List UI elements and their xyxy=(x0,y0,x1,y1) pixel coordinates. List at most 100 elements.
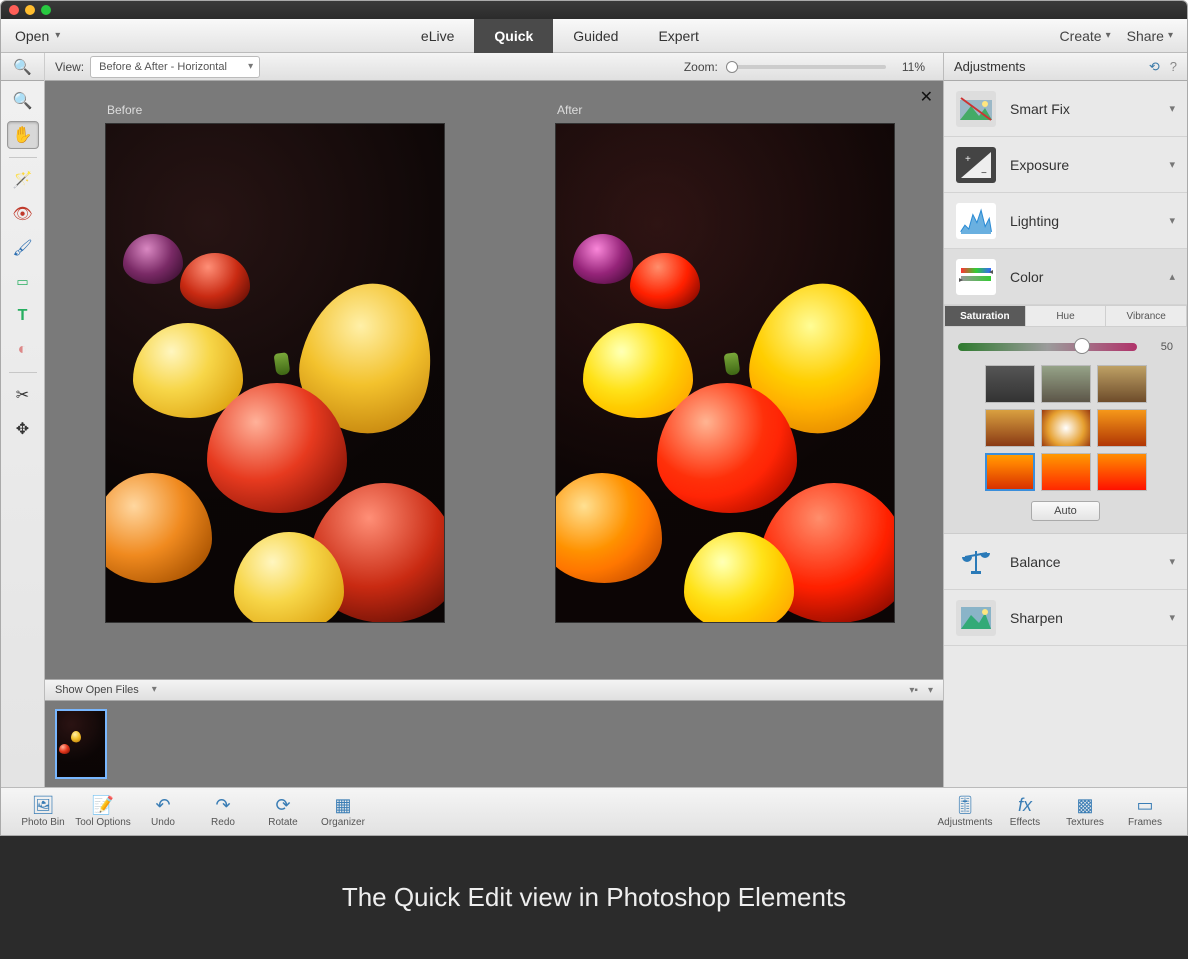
photo-bin-thumbnail[interactable] xyxy=(55,709,107,779)
chevron-down-icon: ▾ xyxy=(1169,555,1175,568)
effects-icon: fx xyxy=(1018,795,1032,815)
undo-button[interactable]: ↶ Undo xyxy=(133,790,193,834)
open-files-dropdown[interactable]: Show Open Files xyxy=(55,684,157,696)
adjustments-button[interactable]: 🎚 Adjustments xyxy=(935,790,995,834)
adjustment-sharpen[interactable]: Sharpen ▾ xyxy=(944,590,1187,646)
crop-tool[interactable]: ✂ xyxy=(7,381,39,409)
app-window: Open ▾ eLive Quick Guided Expert Create … xyxy=(0,0,1188,836)
zoom-tool[interactable]: 🔍 xyxy=(7,87,39,115)
adjustment-color[interactable]: Color ▴ xyxy=(944,249,1187,305)
open-menu-chevron-icon: ▾ xyxy=(55,30,60,41)
tool-column: 🔍 ✋ 🪄 👁 🖌 ▭ T ◐ ✂ ✥ xyxy=(1,81,45,787)
reset-icon[interactable]: ⟲ xyxy=(1149,59,1160,75)
saturation-value: 50 xyxy=(1149,341,1173,353)
share-menu[interactable]: Share ▾ xyxy=(1127,28,1173,44)
subtab-vibrance[interactable]: Vibrance xyxy=(1106,305,1187,327)
open-menu[interactable]: Open xyxy=(15,28,49,44)
bottom-toolbar: 🖼 Photo Bin 📝 Tool Options ↶ Undo ↷ Redo… xyxy=(1,787,1187,835)
adjustment-exposure[interactable]: +− Exposure ▾ xyxy=(944,137,1187,193)
chevron-down-icon: ▾ xyxy=(1169,611,1175,624)
chevron-down-icon: ▾ xyxy=(1169,102,1175,115)
window-close-dot[interactable] xyxy=(9,5,19,15)
bottom-label: Tool Options xyxy=(75,817,131,828)
bottom-label: Textures xyxy=(1066,817,1104,828)
textures-icon: ▩ xyxy=(1076,795,1093,815)
svg-text:−: − xyxy=(981,168,987,179)
redeye-tool[interactable]: 👁 xyxy=(7,200,39,228)
window-minimize-dot[interactable] xyxy=(25,5,35,15)
close-document-icon[interactable]: ✕ xyxy=(920,87,933,107)
chevron-down-icon: ▾ xyxy=(1106,30,1111,41)
textures-button[interactable]: ▩ Textures xyxy=(1055,790,1115,834)
after-label: After xyxy=(557,103,895,117)
adjustment-balance[interactable]: Balance ▾ xyxy=(944,534,1187,590)
menubar: Open ▾ eLive Quick Guided Expert Create … xyxy=(1,19,1187,53)
tool-options-button[interactable]: 📝 Tool Options xyxy=(73,790,133,834)
straighten-tool[interactable]: ▭ xyxy=(7,268,39,296)
spot-heal-tool[interactable]: ◐ xyxy=(7,336,39,364)
smart-fix-icon xyxy=(956,91,996,127)
window-zoom-dot[interactable] xyxy=(41,5,51,15)
tool-divider xyxy=(9,372,37,373)
tab-quick[interactable]: Quick xyxy=(474,19,553,53)
tab-expert[interactable]: Expert xyxy=(638,19,718,53)
after-image[interactable] xyxy=(555,123,895,623)
redo-button[interactable]: ↷ Redo xyxy=(193,790,253,834)
zoom-slider-knob[interactable] xyxy=(726,61,738,73)
search-icon[interactable]: 🔍 xyxy=(13,58,32,76)
color-preset[interactable] xyxy=(1097,365,1147,403)
view-label: View: xyxy=(55,60,84,74)
color-preset[interactable] xyxy=(1097,453,1147,491)
bottom-label: Rotate xyxy=(268,817,297,828)
bottom-label: Redo xyxy=(211,817,235,828)
bottom-label: Effects xyxy=(1010,817,1040,828)
photo-bin xyxy=(45,701,943,787)
quick-select-tool[interactable]: 🪄 xyxy=(7,166,39,194)
color-preset[interactable] xyxy=(1041,365,1091,403)
effects-button[interactable]: fx Effects xyxy=(995,790,1055,834)
rotate-button[interactable]: ⟳ Rotate xyxy=(253,790,313,834)
auto-button[interactable]: Auto xyxy=(1031,501,1100,521)
organizer-button[interactable]: ▦ Organizer xyxy=(313,790,373,834)
saturation-slider-knob[interactable] xyxy=(1074,338,1090,354)
adjustment-label: Sharpen xyxy=(1010,610,1063,626)
zoom-value: 11% xyxy=(902,60,925,74)
photo-bin-icon: 🖼 xyxy=(32,795,55,815)
bottom-label: Undo xyxy=(151,817,175,828)
subtab-hue[interactable]: Hue xyxy=(1026,305,1107,327)
color-preset[interactable] xyxy=(1041,453,1091,491)
tab-guided[interactable]: Guided xyxy=(553,19,638,53)
tab-elive[interactable]: eLive xyxy=(401,19,474,53)
whiten-tool[interactable]: 🖌 xyxy=(7,234,39,262)
adjustment-smart-fix[interactable]: Smart Fix ▾ xyxy=(944,81,1187,137)
color-preset[interactable] xyxy=(985,365,1035,403)
subtab-saturation[interactable]: Saturation xyxy=(944,305,1026,327)
view-dropdown[interactable]: Before & After - Horizontal xyxy=(90,56,260,78)
zoom-slider[interactable] xyxy=(726,65,886,69)
create-menu[interactable]: Create ▾ xyxy=(1060,28,1111,44)
filmstrip-expand-icon[interactable]: ▾ xyxy=(928,685,933,696)
tool-options-icon: 📝 xyxy=(92,795,114,815)
help-icon[interactable]: ? xyxy=(1170,59,1177,75)
saturation-slider[interactable] xyxy=(958,343,1137,351)
chevron-up-icon: ▴ xyxy=(1169,270,1175,283)
color-preset-selected[interactable] xyxy=(985,453,1035,491)
before-image[interactable] xyxy=(105,123,445,623)
filmstrip-toggle-icon[interactable]: ▾▪ xyxy=(909,685,918,696)
adjustment-lighting[interactable]: Lighting ▾ xyxy=(944,193,1187,249)
share-menu-label: Share xyxy=(1127,28,1164,44)
hand-tool[interactable]: ✋ xyxy=(7,121,39,149)
move-tool[interactable]: ✥ xyxy=(7,415,39,443)
color-preset[interactable] xyxy=(1041,409,1091,447)
text-tool[interactable]: T xyxy=(7,302,39,330)
options-bar: 🔍 View: Before & After - Horizontal Zoom… xyxy=(1,53,943,81)
lighting-icon xyxy=(956,203,996,239)
color-preset[interactable] xyxy=(1097,409,1147,447)
frames-button[interactable]: ▭ Frames xyxy=(1115,790,1175,834)
adjustments-panel: Smart Fix ▾ +− Exposure ▾ Lighting ▾ xyxy=(943,81,1187,787)
adjustment-label: Smart Fix xyxy=(1010,101,1070,117)
color-panel-body: Saturation Hue Vibrance 50 xyxy=(944,305,1187,534)
undo-icon: ↶ xyxy=(155,795,170,815)
photo-bin-button[interactable]: 🖼 Photo Bin xyxy=(13,790,73,834)
color-preset[interactable] xyxy=(985,409,1035,447)
